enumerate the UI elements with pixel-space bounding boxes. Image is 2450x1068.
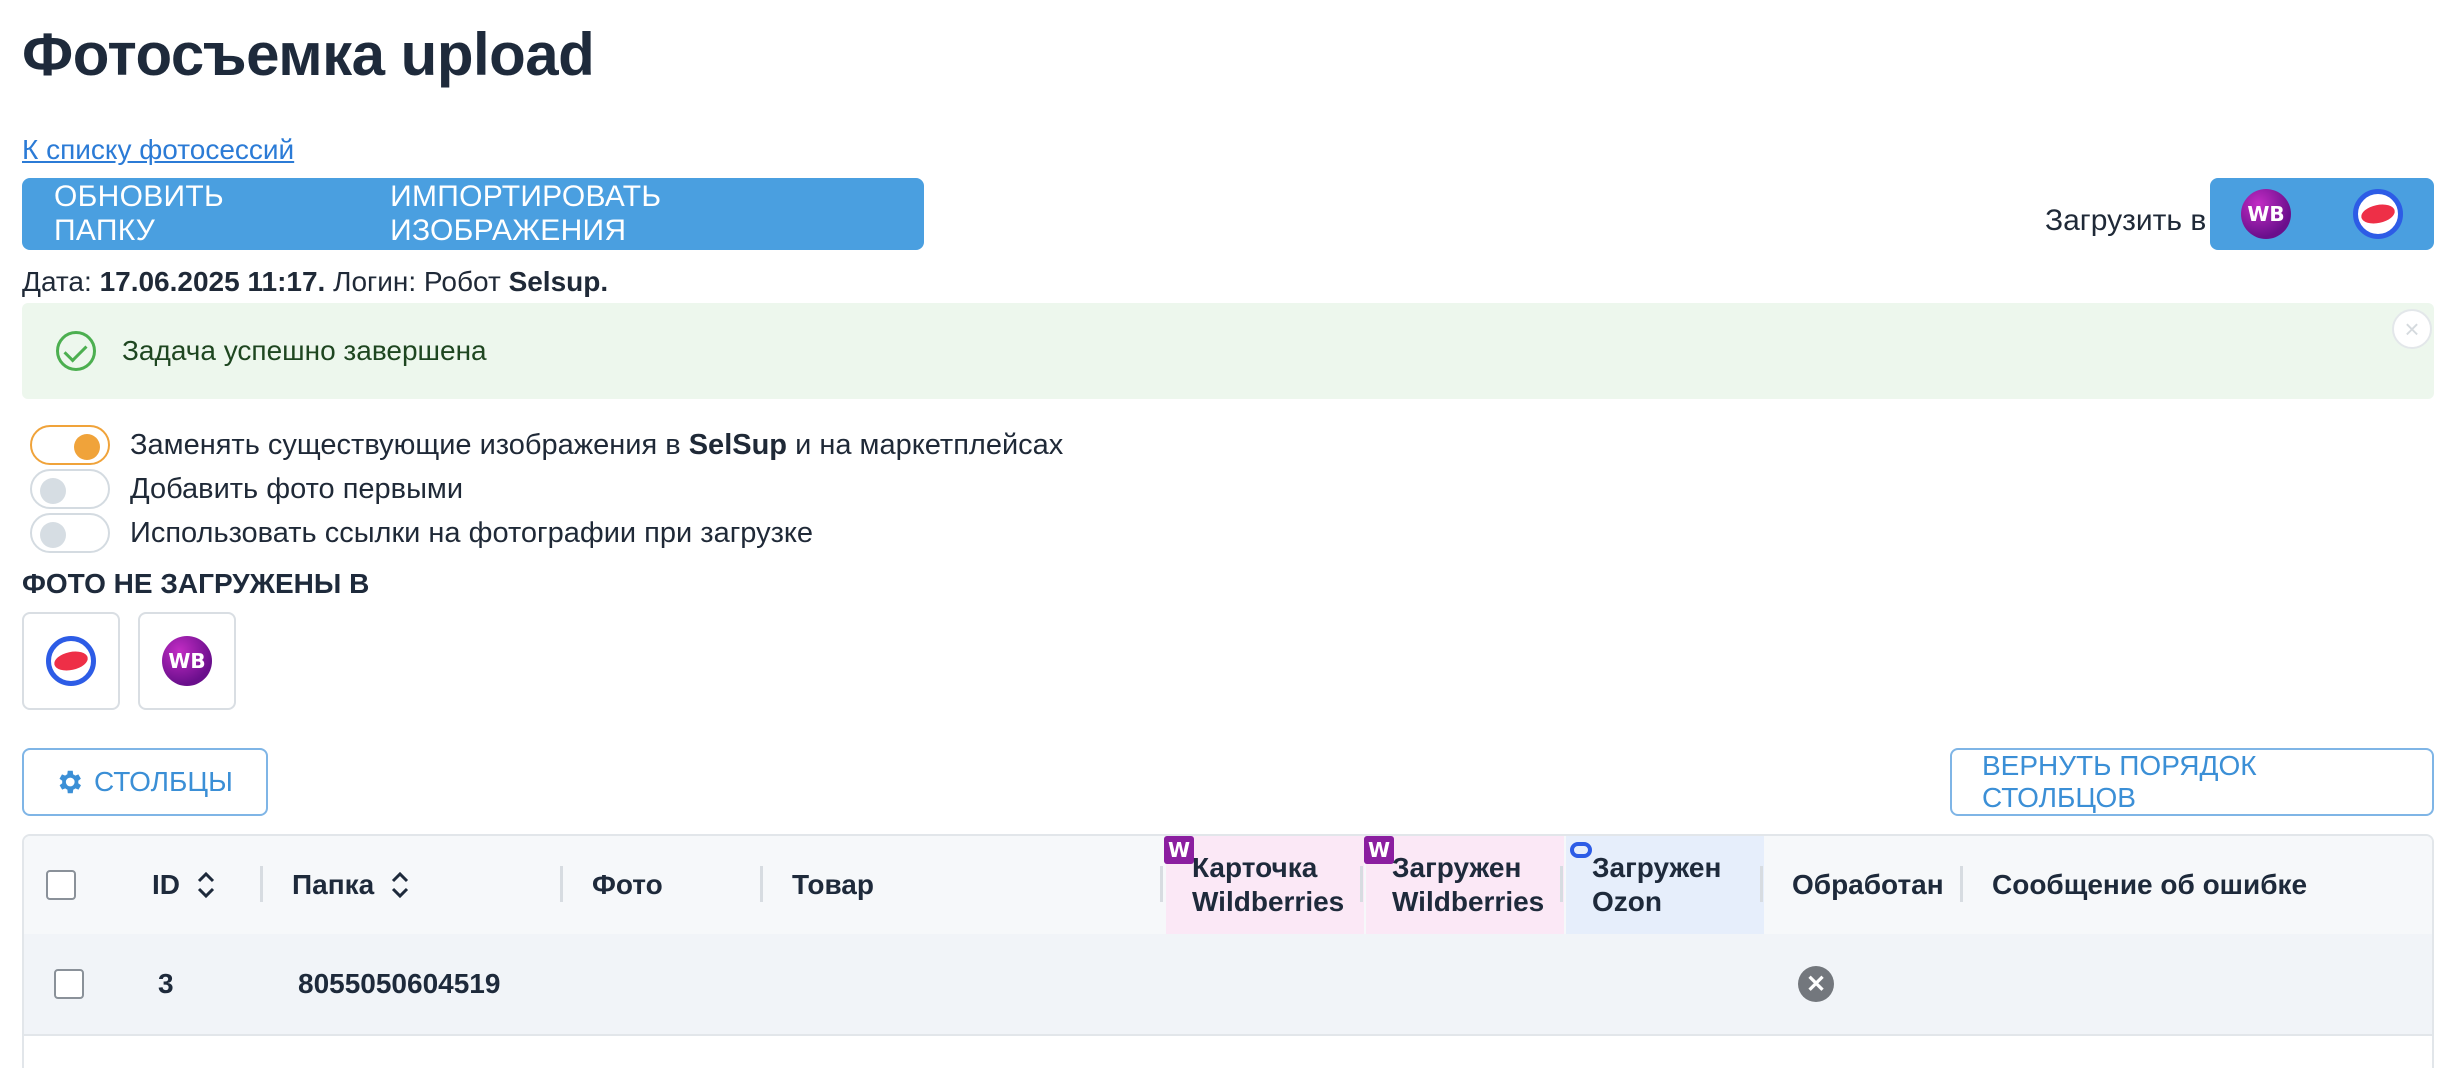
column-header-processed[interactable]: Обработан [1792, 836, 1956, 934]
option-use-links: Использовать ссылки на фотографии при за… [30, 511, 813, 555]
success-alert: Задача успешно завершена × [22, 303, 2434, 399]
wildberries-badge-icon: W [1164, 836, 1194, 864]
wildberries-badge-icon: W [1364, 836, 1394, 864]
column-header-photo[interactable]: Фото [592, 836, 663, 934]
not-uploaded-wb-card[interactable]: WB [138, 612, 236, 710]
column-separator[interactable] [260, 866, 263, 902]
option-text: Заменять существующие изображения в [130, 428, 689, 461]
header-line-1: Загружен [1392, 852, 1522, 883]
column-header-wb-loaded[interactable]: Загружен Wildberries [1392, 836, 1544, 934]
upload-to-label: Загрузить в [2045, 204, 2207, 237]
table-row[interactable]: 3 8055050604519 ✕ [24, 934, 2432, 1036]
gear-icon [59, 770, 81, 794]
column-separator[interactable] [1960, 866, 1963, 902]
use-links-toggle[interactable] [30, 513, 110, 553]
table-header: ID Папка Фото Товар W Карточка Wildberrie… [24, 836, 2432, 936]
columns-button-label: СТОЛБЦЫ [94, 766, 233, 797]
column-header-folder[interactable]: Папка [292, 836, 412, 934]
ozon-badge-icon [1570, 842, 1592, 858]
add-photo-first-label: Добавить фото первыми [130, 472, 464, 505]
close-icon[interactable]: × [2392, 309, 2432, 349]
sort-icon[interactable] [194, 868, 218, 902]
login-value: Selsup. [508, 266, 609, 297]
column-separator[interactable] [560, 866, 563, 902]
column-separator[interactable] [1160, 866, 1163, 902]
date-value: 17.06.2025 11:17. [99, 266, 326, 297]
column-header-id[interactable]: ID [152, 836, 218, 934]
row-folder: 8055050604519 [298, 968, 501, 999]
alert-message: Задача успешно завершена [122, 335, 487, 366]
column-header-product[interactable]: Товар [792, 836, 874, 934]
option-replace-images: Заменять существующие изображения в SelS… [30, 423, 1063, 467]
toggle-knob [74, 434, 100, 460]
page-title: Фотосъемка upload [22, 21, 595, 88]
toggle-knob [40, 522, 66, 548]
replace-images-toggle[interactable] [30, 425, 110, 465]
header-line-1: Загружен [1592, 852, 1722, 883]
not-uploaded-ozon-card[interactable] [22, 612, 120, 710]
back-to-photosessions-link[interactable]: К списку фотосессий [22, 134, 294, 166]
wildberries-logo-icon: WB [162, 636, 212, 686]
ozon-logo-icon[interactable] [2353, 189, 2403, 239]
header-line-2: Ozon [1592, 886, 1662, 917]
column-separator[interactable] [1560, 866, 1563, 902]
column-separator[interactable] [760, 866, 763, 902]
header-line-2: Wildberries [1392, 886, 1545, 917]
session-meta: Дата: 17.06.2025 11:17. Логин: Робот Sel… [22, 266, 608, 298]
reset-columns-button[interactable]: ВЕРНУТЬ ПОРЯДОК СТОЛБЦОВ [1950, 748, 2434, 816]
row-processed-cell: ✕ [1798, 934, 1834, 1034]
refresh-folder-button[interactable]: ОБНОВИТЬ ПАПКУ [22, 178, 358, 250]
column-header-ozon-loaded[interactable]: Загружен Ozon [1592, 836, 1721, 934]
column-header-wb-card[interactable]: Карточка Wildberries [1192, 836, 1344, 934]
columns-button[interactable]: СТОЛБЦЫ [22, 748, 268, 816]
ozon-logo-icon [46, 636, 96, 686]
row-checkbox[interactable] [54, 969, 84, 999]
wb-logo-text: WB [168, 649, 206, 673]
option-add-photo-first: Добавить фото первыми [30, 467, 463, 511]
date-label: Дата: [22, 266, 92, 297]
close-circle-icon: ✕ [1798, 966, 1834, 1002]
column-header-id-label: ID [152, 869, 180, 900]
row-select-cell [54, 934, 84, 1034]
wb-logo-text: WB [2247, 202, 2285, 226]
option-text-tail: и на маркетплейсах [787, 428, 1064, 461]
import-images-button[interactable]: ИМПОРТИРОВАТЬ ИЗОБРАЖЕНИЯ [358, 178, 924, 250]
use-links-label: Использовать ссылки на фотографии при за… [130, 516, 814, 549]
column-header-error[interactable]: Сообщение об ошибке [1992, 836, 2307, 934]
select-all-checkbox[interactable] [46, 870, 76, 900]
column-separator[interactable] [1360, 866, 1363, 902]
photo-table: ID Папка Фото Товар W Карточка Wildberrie… [22, 834, 2434, 1068]
login-label: Логин: Робот [333, 266, 501, 297]
check-circle-icon [56, 331, 96, 371]
toggle-knob [40, 478, 66, 504]
add-photo-first-toggle[interactable] [30, 469, 110, 509]
replace-images-label: Заменять существующие изображения в SelS… [130, 429, 1063, 462]
column-header-folder-label: Папка [292, 869, 375, 900]
row-id: 3 [158, 968, 174, 999]
wildberries-logo-icon[interactable]: WB [2241, 189, 2291, 239]
column-separator[interactable] [1760, 866, 1763, 902]
header-line-2: Wildberries [1192, 886, 1345, 917]
sort-icon[interactable] [388, 868, 412, 902]
header-line-1: Карточка [1192, 852, 1318, 883]
option-brand: SelSup [688, 428, 788, 461]
toolbar-button-group: ОБНОВИТЬ ПАПКУ ИМПОРТИРОВАТЬ ИЗОБРАЖЕНИЯ [22, 178, 924, 250]
not-uploaded-title: ФОТО НЕ ЗАГРУЖЕНЫ В [22, 568, 370, 599]
select-all-cell [46, 836, 166, 934]
upload-marketplace-group: WB [2210, 178, 2434, 250]
